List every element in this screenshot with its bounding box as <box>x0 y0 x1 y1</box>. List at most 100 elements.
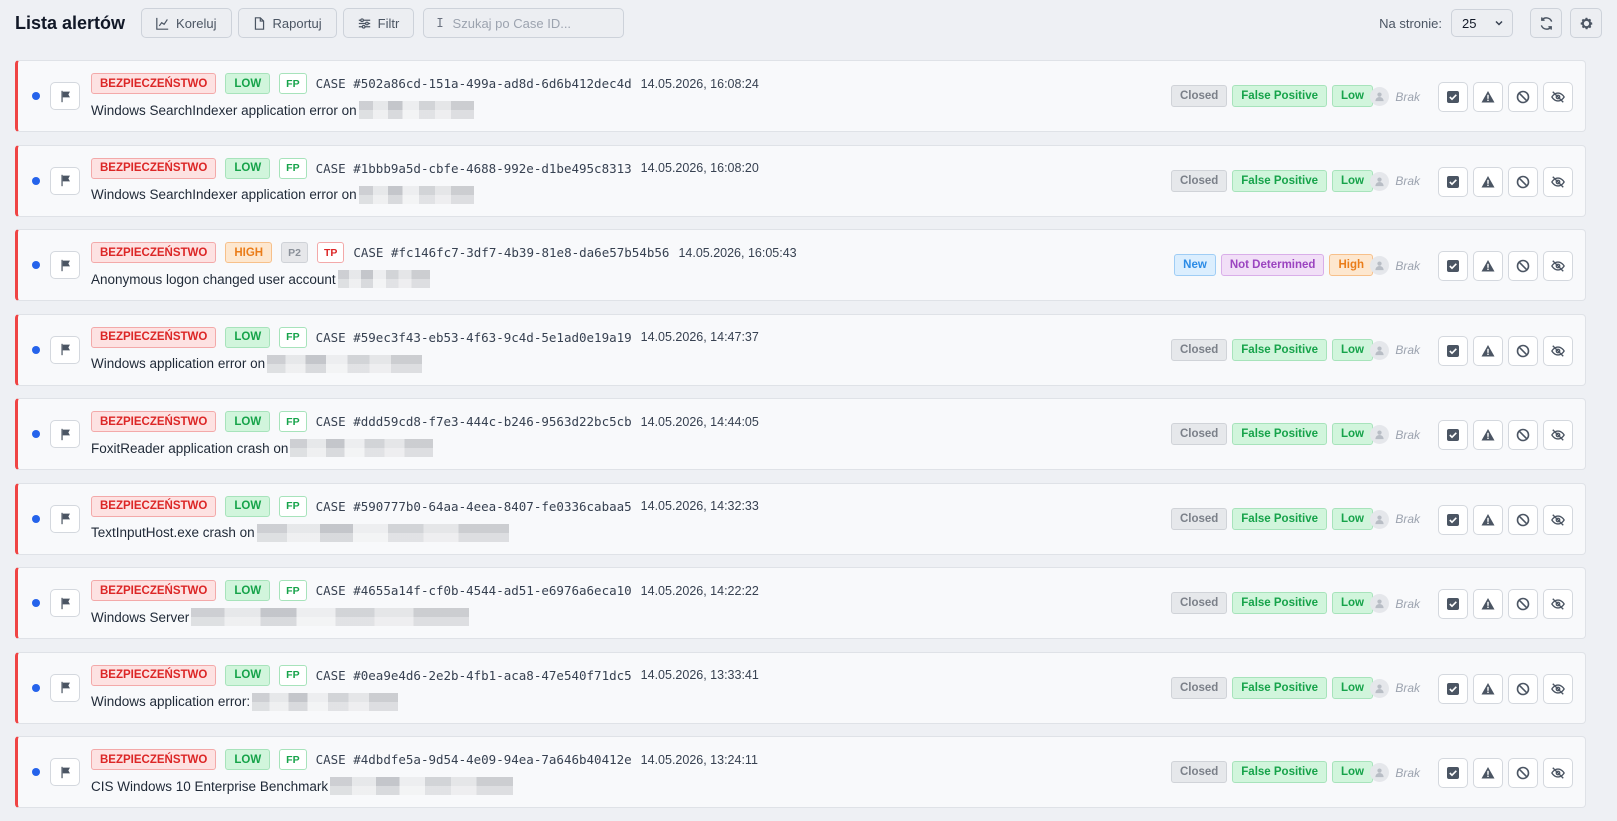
assignee[interactable]: Brak <box>1370 171 1420 191</box>
block-button[interactable] <box>1508 166 1538 197</box>
level-badge[interactable]: Low <box>1332 592 1373 614</box>
alert-row[interactable]: BEZPIECZEŃSTWO LOW FP CASE #4655a14f-cf0… <box>15 567 1586 639</box>
alert-title[interactable]: Windows SearchIndexer application error … <box>91 101 474 119</box>
alert-title[interactable]: Windows SearchIndexer application error … <box>91 185 474 204</box>
block-button[interactable] <box>1508 758 1538 788</box>
resolve-button[interactable] <box>1438 251 1468 281</box>
block-button[interactable] <box>1508 82 1538 112</box>
escalate-button[interactable] <box>1473 504 1503 535</box>
alert-row[interactable]: BEZPIECZEŃSTWO LOW FP CASE #ddd59cd8-f7e… <box>15 398 1586 470</box>
escalate-button[interactable] <box>1473 589 1503 619</box>
flag-button[interactable] <box>50 673 80 702</box>
escalate-button[interactable] <box>1473 251 1503 281</box>
alert-row[interactable]: BEZPIECZEŃSTWO LOW FP CASE #59ec3f43-eb5… <box>15 313 1586 386</box>
status-badge[interactable]: Closed <box>1170 507 1228 530</box>
escalate-button[interactable] <box>1473 673 1503 704</box>
flag-button[interactable] <box>50 251 80 279</box>
status-badge[interactable]: Closed <box>1170 85 1228 107</box>
correlate-button[interactable]: Koreluj <box>141 8 232 38</box>
hide-button[interactable] <box>1543 166 1573 197</box>
level-badge[interactable]: High <box>1329 254 1373 276</box>
determination-badge[interactable]: False Positive <box>1232 761 1327 783</box>
flag-button[interactable] <box>50 589 80 617</box>
hide-button[interactable] <box>1543 589 1573 619</box>
alert-row[interactable]: BEZPIECZEŃSTWO LOW FP CASE #0ea9e4d6-2e2… <box>15 651 1586 724</box>
assignee[interactable]: Brak <box>1370 256 1420 275</box>
assignee[interactable]: Brak <box>1370 425 1420 444</box>
case-id[interactable]: CASE #4655a14f-cf0b-4544-ad51-e6976a6eca… <box>316 583 632 598</box>
determination-badge[interactable]: False Positive <box>1232 507 1327 530</box>
hide-button[interactable] <box>1543 251 1573 281</box>
determination-badge[interactable]: Not Determined <box>1220 254 1325 276</box>
case-id[interactable]: CASE #590777b0-64aa-4eea-8407-fe0336caba… <box>316 499 632 514</box>
determination-badge[interactable]: False Positive <box>1232 338 1327 361</box>
alert-title[interactable]: Anonymous logon changed user account <box>91 270 430 288</box>
escalate-button[interactable] <box>1473 758 1503 788</box>
level-badge[interactable]: Low <box>1332 423 1373 445</box>
resolve-button[interactable] <box>1438 335 1468 366</box>
escalate-button[interactable] <box>1473 166 1503 197</box>
escalate-button[interactable] <box>1473 420 1503 450</box>
alert-row[interactable]: BEZPIECZEŃSTWO HIGH P2 TP CASE #fc146fc7… <box>15 229 1586 301</box>
filter-button[interactable]: Filtr <box>342 8 415 38</box>
case-id[interactable]: CASE #4dbdfe5a-9d54-4e09-94ea-7a646b4041… <box>316 752 632 767</box>
determination-badge[interactable]: False Positive <box>1232 423 1327 445</box>
flag-button[interactable] <box>50 758 80 786</box>
block-button[interactable] <box>1508 673 1538 704</box>
level-badge[interactable]: Low <box>1332 507 1373 530</box>
alert-row[interactable]: BEZPIECZEŃSTWO LOW FP CASE #590777b0-64a… <box>15 482 1586 555</box>
alert-title[interactable]: Windows application error: <box>91 692 399 711</box>
assignee[interactable]: Brak <box>1370 509 1420 529</box>
flag-button[interactable] <box>50 420 80 448</box>
status-badge[interactable]: Closed <box>1170 761 1228 783</box>
alert-title[interactable]: Windows application error on <box>91 354 423 373</box>
case-search-input[interactable] <box>452 15 613 31</box>
status-badge[interactable]: New <box>1174 254 1216 276</box>
hide-button[interactable] <box>1543 82 1573 112</box>
flag-button[interactable] <box>50 166 80 195</box>
status-badge[interactable]: Closed <box>1170 423 1228 445</box>
level-badge[interactable]: Low <box>1332 761 1373 783</box>
resolve-button[interactable] <box>1438 758 1468 788</box>
hide-button[interactable] <box>1543 420 1573 450</box>
alert-row[interactable]: BEZPIECZEŃSTWO LOW FP CASE #502a86cd-151… <box>15 60 1586 132</box>
report-button[interactable]: Raportuj <box>237 8 337 38</box>
resolve-button[interactable] <box>1438 420 1468 450</box>
escalate-button[interactable] <box>1473 82 1503 112</box>
assignee[interactable]: Brak <box>1370 763 1420 782</box>
alert-row[interactable]: BEZPIECZEŃSTWO LOW FP CASE #4dbdfe5a-9d5… <box>15 736 1586 808</box>
determination-badge[interactable]: False Positive <box>1232 85 1327 107</box>
alert-title[interactable]: FoxitReader application crash on <box>91 439 434 457</box>
level-badge[interactable]: Low <box>1332 338 1373 361</box>
hide-button[interactable] <box>1543 504 1573 535</box>
block-button[interactable] <box>1508 504 1538 535</box>
resolve-button[interactable] <box>1438 589 1468 619</box>
block-button[interactable] <box>1508 335 1538 366</box>
level-badge[interactable]: Low <box>1332 169 1373 192</box>
alert-title[interactable]: Windows Server <box>91 608 470 626</box>
status-badge[interactable]: Closed <box>1170 338 1228 361</box>
determination-badge[interactable]: False Positive <box>1232 676 1327 699</box>
case-id[interactable]: CASE #0ea9e4d6-2e2b-4fb1-aca8-47e540f71d… <box>316 668 632 683</box>
block-button[interactable] <box>1508 251 1538 281</box>
resolve-button[interactable] <box>1438 673 1468 704</box>
case-id[interactable]: CASE #502a86cd-151a-499a-ad8d-6d6b412dec… <box>316 76 632 91</box>
case-id[interactable]: CASE #fc146fc7-3df7-4b39-81e8-da6e57b54b… <box>353 245 669 260</box>
per-page-select[interactable]: 25 <box>1451 9 1513 37</box>
status-badge[interactable]: Closed <box>1170 676 1228 699</box>
refresh-button[interactable] <box>1530 8 1562 38</box>
hide-button[interactable] <box>1543 673 1573 704</box>
flag-button[interactable] <box>50 335 80 364</box>
alert-row[interactable]: BEZPIECZEŃSTWO LOW FP CASE #1bbb9a5d-cbf… <box>15 144 1586 217</box>
determination-badge[interactable]: False Positive <box>1232 169 1327 192</box>
escalate-button[interactable] <box>1473 335 1503 366</box>
case-id[interactable]: CASE #ddd59cd8-f7e3-444c-b246-9563d22bc5… <box>316 414 632 429</box>
block-button[interactable] <box>1508 420 1538 450</box>
case-id[interactable]: CASE #1bbb9a5d-cbfe-4688-992e-d1be495c83… <box>316 161 632 176</box>
level-badge[interactable]: Low <box>1332 676 1373 699</box>
case-id[interactable]: CASE #59ec3f43-eb53-4f63-9c4d-5e1ad0e19a… <box>316 330 632 345</box>
flag-button[interactable] <box>50 504 80 533</box>
flag-button[interactable] <box>50 82 80 110</box>
hide-button[interactable] <box>1543 758 1573 788</box>
assignee[interactable]: Brak <box>1370 87 1420 106</box>
